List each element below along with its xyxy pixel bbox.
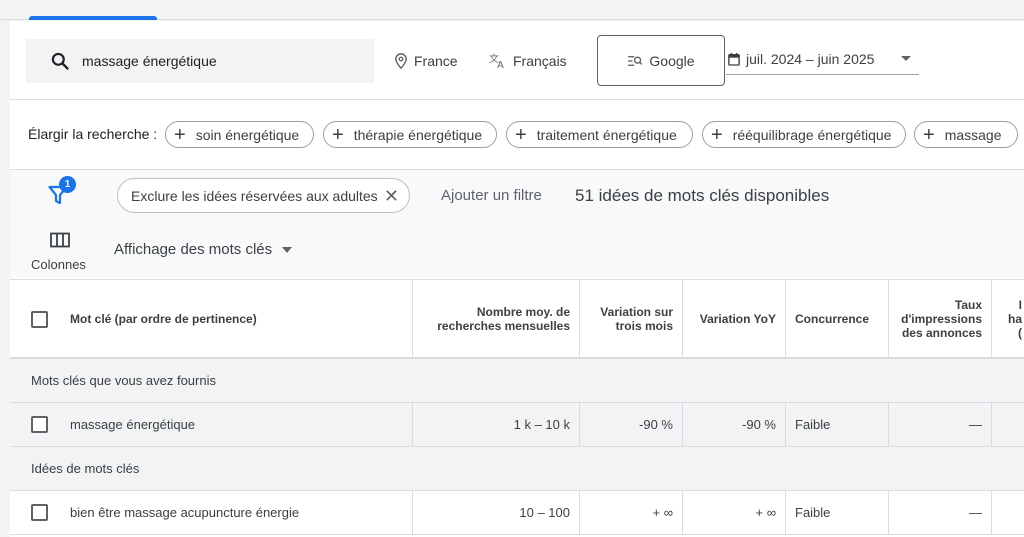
keyword-planner-panel: France 文A Français Google juil. 2024 – j… [10, 21, 1024, 537]
divider [10, 99, 1024, 100]
date-range-picker[interactable]: juil. 2024 – juin 2025 [726, 43, 919, 75]
header-cut-off-column[interactable]: I ha ( [992, 280, 1024, 357]
plus-icon: + [174, 123, 186, 146]
broaden-pill-label: rééquilibrage énergétique [732, 126, 892, 143]
plus-icon: + [332, 123, 344, 146]
competition-cell: Faible [786, 491, 889, 534]
broaden-pill-label: soin énergétique [195, 126, 300, 143]
add-filter-button[interactable]: Ajouter un filtre [441, 187, 542, 204]
header-label: Variation sur [600, 304, 673, 319]
header-competition[interactable]: Concurrence [786, 280, 889, 357]
plus-icon: + [515, 123, 527, 146]
header-label: recherches mensuelles [437, 318, 570, 333]
header-label: Taux [954, 297, 982, 312]
date-range-label: juil. 2024 – juin 2025 [746, 50, 875, 67]
close-icon[interactable]: ✕ [384, 187, 399, 205]
view-selector-label: Affichage des mots clés [114, 241, 273, 258]
header-keyword[interactable]: Mot clé (par ordre de pertinence) [10, 280, 413, 357]
yoy-cell: -90 % [683, 403, 786, 446]
broaden-pill-label: thérapie énergétique [353, 126, 483, 143]
chevron-down-icon [282, 246, 293, 253]
columns-button-label[interactable]: Colonnes [31, 257, 86, 272]
network-label: Google [649, 52, 695, 69]
search-icon [51, 52, 69, 70]
table-header: Mot clé (par ordre de pertinence) Nombre… [10, 279, 1024, 359]
location-pin-icon [395, 53, 407, 69]
table-row[interactable]: massage énergétique 1 k – 10 k -90 % -90… [10, 403, 1024, 447]
broaden-pill[interactable]: + soin énergétique [165, 121, 314, 148]
header-impression-share[interactable]: Taux d'impressions des annonces [889, 280, 992, 357]
broaden-pill[interactable]: + rééquilibrage énergétique [702, 121, 906, 148]
broaden-pill[interactable]: + traitement énergétique [506, 121, 693, 148]
search-network-selector[interactable]: Google [597, 35, 725, 86]
translate-icon: 文A [489, 53, 504, 69]
plus-icon: + [923, 123, 935, 146]
calendar-icon [728, 52, 740, 66]
avg-searches-cell: 1 k – 10 k [413, 403, 580, 446]
cut-off-cell [992, 491, 1024, 534]
location-label: France [414, 53, 458, 69]
plus-icon: + [711, 123, 723, 146]
header-label: d'impressions [901, 311, 982, 326]
table-row[interactable]: bien être massage acupuncture énergie 10… [10, 491, 1024, 535]
search-input[interactable] [82, 53, 342, 69]
header-label: trois mois [615, 318, 673, 333]
group-header-provided: Mots clés que vous avez fournis [10, 359, 1024, 403]
competition-cell: Faible [786, 403, 889, 446]
header-label: Concurrence [795, 311, 870, 326]
keyword-text: bien être massage acupuncture énergie [70, 505, 300, 520]
header-keyword-label: Mot clé (par ordre de pertinence) [70, 311, 257, 326]
header-label: ( [1018, 325, 1022, 340]
header-label: I [1018, 297, 1022, 312]
keyword-text: massage énergétique [70, 417, 196, 432]
location-selector[interactable]: France [394, 39, 458, 83]
columns-icon[interactable] [50, 232, 70, 248]
keyword-ideas-count: 51 idées de mots clés disponibles [575, 186, 830, 205]
svg-text:A: A [497, 60, 504, 69]
search-network-icon [628, 55, 643, 66]
chevron-down-icon [901, 56, 911, 61]
search-box[interactable] [26, 39, 374, 83]
cut-off-cell [992, 403, 1024, 446]
row-checkbox[interactable] [31, 416, 48, 433]
broaden-pill-label: massage [944, 126, 1002, 143]
broaden-pill[interactable]: + massage [914, 121, 1018, 148]
keyword-table: Mot clé (par ordre de pertinence) Nombre… [10, 279, 1024, 535]
adult-ideas-filter-chip[interactable]: Exclure les idées réservées aux adultes … [117, 178, 410, 213]
avg-searches-cell: 10 – 100 [413, 491, 580, 534]
impression-share-cell: — [889, 491, 992, 534]
keyword-cell: bien être massage acupuncture énergie [10, 491, 413, 534]
broaden-pill[interactable]: + thérapie énergétique [323, 121, 497, 148]
three-month-cell: + ∞ [580, 491, 683, 534]
language-label: Français [513, 53, 567, 69]
header-label: Nombre moy. de [476, 304, 570, 319]
header-label: ha [1007, 311, 1022, 326]
select-all-checkbox[interactable] [31, 311, 48, 328]
filter-count-badge: 1 [59, 176, 76, 193]
language-selector[interactable]: 文A Français [489, 39, 567, 83]
broaden-label: Élargir la recherche : [28, 126, 158, 142]
active-tab-indicator [29, 16, 157, 20]
keyword-cell: massage énergétique [10, 403, 413, 446]
yoy-cell: + ∞ [683, 491, 786, 534]
broaden-pill-label: traitement énergétique [536, 126, 677, 143]
view-selector[interactable]: Affichage des mots clés [114, 241, 293, 258]
impression-share-cell: — [889, 403, 992, 446]
group-header-ideas: Idées de mots clés [10, 447, 1024, 491]
header-three-month-change[interactable]: Variation sur trois mois [580, 280, 683, 357]
three-month-cell: -90 % [580, 403, 683, 446]
row-checkbox[interactable] [31, 504, 48, 521]
header-label: des annonces [901, 325, 982, 340]
header-yoy-change[interactable]: Variation YoY [683, 280, 786, 357]
header-avg-searches[interactable]: Nombre moy. de recherches mensuelles [413, 280, 580, 357]
header-label: Variation YoY [699, 311, 776, 326]
filter-chip-label: Exclure les idées réservées aux adultes [131, 187, 378, 204]
